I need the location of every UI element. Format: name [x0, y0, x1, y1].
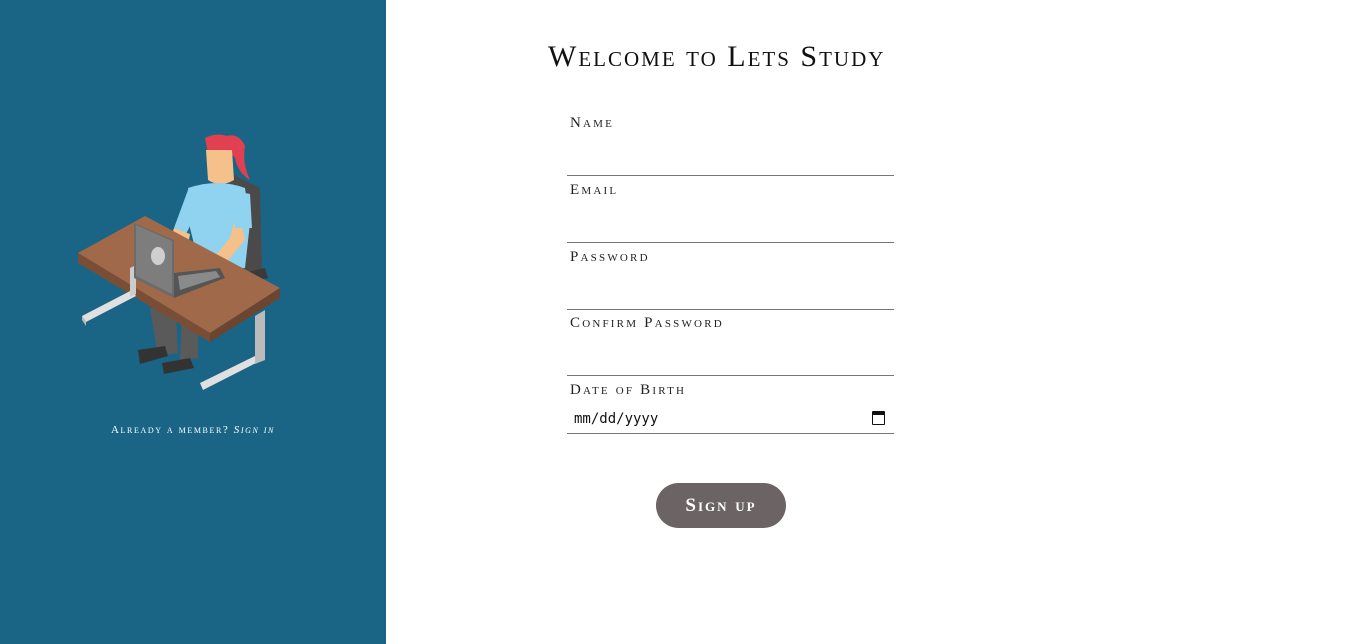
- date-of-birth-label: Date of Birth: [570, 382, 687, 398]
- name-input[interactable]: [567, 140, 894, 176]
- signup-button[interactable]: Sign up: [656, 483, 786, 528]
- signin-prompt-text: Already a member?: [110, 424, 234, 436]
- email-label: Email: [570, 182, 619, 198]
- name-label: Name: [570, 115, 615, 131]
- date-of-birth-input[interactable]: mm/dd/yyyy: [567, 405, 894, 434]
- email-input[interactable]: [567, 207, 894, 243]
- person-at-desk-illustration: [78, 134, 280, 390]
- signup-form: Welcome to Lets Study Name Email Passwor…: [386, 0, 1365, 644]
- calendar-icon[interactable]: [872, 411, 885, 425]
- password-label: Password: [570, 249, 650, 265]
- date-of-birth-field-group: Date of Birth mm/dd/yyyy: [567, 382, 894, 434]
- confirm-password-input[interactable]: [567, 340, 894, 376]
- sidebar-panel: Already a member? Sign in: [0, 0, 386, 644]
- signin-prompt: Already a member? Sign in: [0, 424, 386, 436]
- signin-link[interactable]: Sign in: [234, 424, 275, 436]
- confirm-password-field-group: Confirm Password: [567, 315, 894, 376]
- password-field-group: Password: [567, 249, 894, 310]
- name-field-group: Name: [567, 115, 894, 176]
- email-field-group: Email: [567, 182, 894, 243]
- date-of-birth-placeholder: mm/dd/yyyy: [574, 411, 659, 427]
- password-input[interactable]: [567, 274, 894, 310]
- page-title: Welcome to Lets Study: [548, 40, 886, 73]
- confirm-password-label: Confirm Password: [570, 315, 724, 331]
